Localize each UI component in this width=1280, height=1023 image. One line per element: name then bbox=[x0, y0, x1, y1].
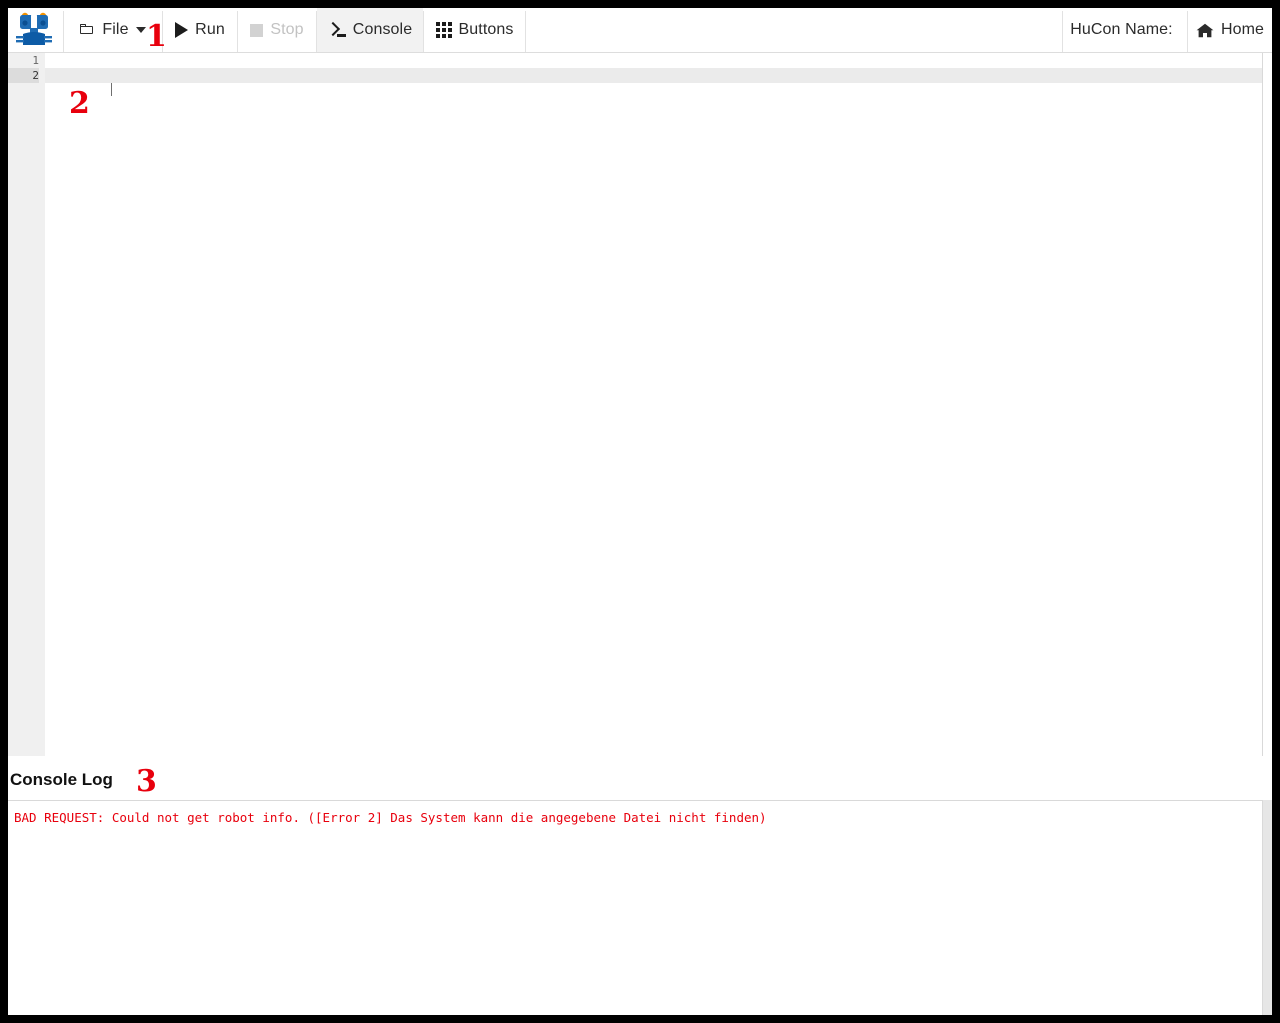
folder-icon bbox=[80, 24, 95, 36]
code-editor[interactable]: 1 2 # Write down your code ... bbox=[8, 53, 1263, 756]
chevron-down-icon[interactable] bbox=[136, 27, 146, 33]
toolbar-separator bbox=[525, 11, 526, 52]
editor-scrollbar[interactable] bbox=[1263, 53, 1272, 756]
play-icon bbox=[175, 22, 188, 38]
stop-icon bbox=[250, 24, 263, 37]
toolbar-item-stop[interactable]: Stop bbox=[238, 8, 316, 52]
home-button-label: Home bbox=[1221, 22, 1264, 38]
gutter-line-number: 1 bbox=[8, 53, 39, 68]
annotation-marker-1: 1 bbox=[146, 22, 167, 52]
toolbar-item-console-label: Console bbox=[353, 22, 412, 38]
prompt-icon bbox=[328, 23, 346, 37]
app-surface: File Run Stop Console bbox=[8, 8, 1272, 1015]
console-log-title: Console Log bbox=[10, 770, 113, 790]
code-line[interactable]: # Write down your code ... bbox=[45, 53, 1263, 68]
home-button[interactable]: Home bbox=[1188, 8, 1272, 52]
annotation-marker-2: 2 bbox=[69, 89, 90, 119]
text-cursor bbox=[111, 83, 112, 96]
console-log-panel: Console Log BAD REQUEST: Could not get r… bbox=[8, 763, 1272, 1015]
hucon-name-label: HuCon Name: bbox=[1070, 22, 1172, 38]
toolbar-item-buttons-label: Buttons bbox=[459, 22, 514, 38]
hucon-name-field[interactable]: HuCon Name: bbox=[1063, 8, 1187, 52]
console-log-scrollbar[interactable] bbox=[1263, 800, 1272, 1015]
toolbar-item-console[interactable]: Console bbox=[317, 8, 423, 52]
editor-gutter: 1 2 bbox=[8, 53, 45, 756]
console-log-output[interactable]: BAD REQUEST: Could not get robot info. (… bbox=[8, 800, 1263, 1015]
gutter-line-number: 2 bbox=[8, 68, 39, 83]
window-frame: File Run Stop Console bbox=[0, 0, 1280, 1023]
hucon-robot-logo-icon bbox=[12, 8, 56, 52]
toolbar-item-buttons[interactable]: Buttons bbox=[424, 8, 525, 52]
toolbar-item-stop-label: Stop bbox=[270, 22, 303, 38]
code-line[interactable] bbox=[45, 68, 1263, 83]
annotation-marker-3: 3 bbox=[136, 767, 157, 797]
toolbar-item-run-label: Run bbox=[195, 22, 225, 38]
toolbar: File Run Stop Console bbox=[8, 8, 1272, 53]
grid-icon bbox=[436, 22, 452, 38]
home-icon bbox=[1196, 23, 1214, 38]
toolbar-item-file-label: File bbox=[102, 22, 128, 38]
toolbar-item-run[interactable]: Run bbox=[163, 8, 237, 52]
console-log-message: BAD REQUEST: Could not get robot info. (… bbox=[14, 810, 767, 825]
